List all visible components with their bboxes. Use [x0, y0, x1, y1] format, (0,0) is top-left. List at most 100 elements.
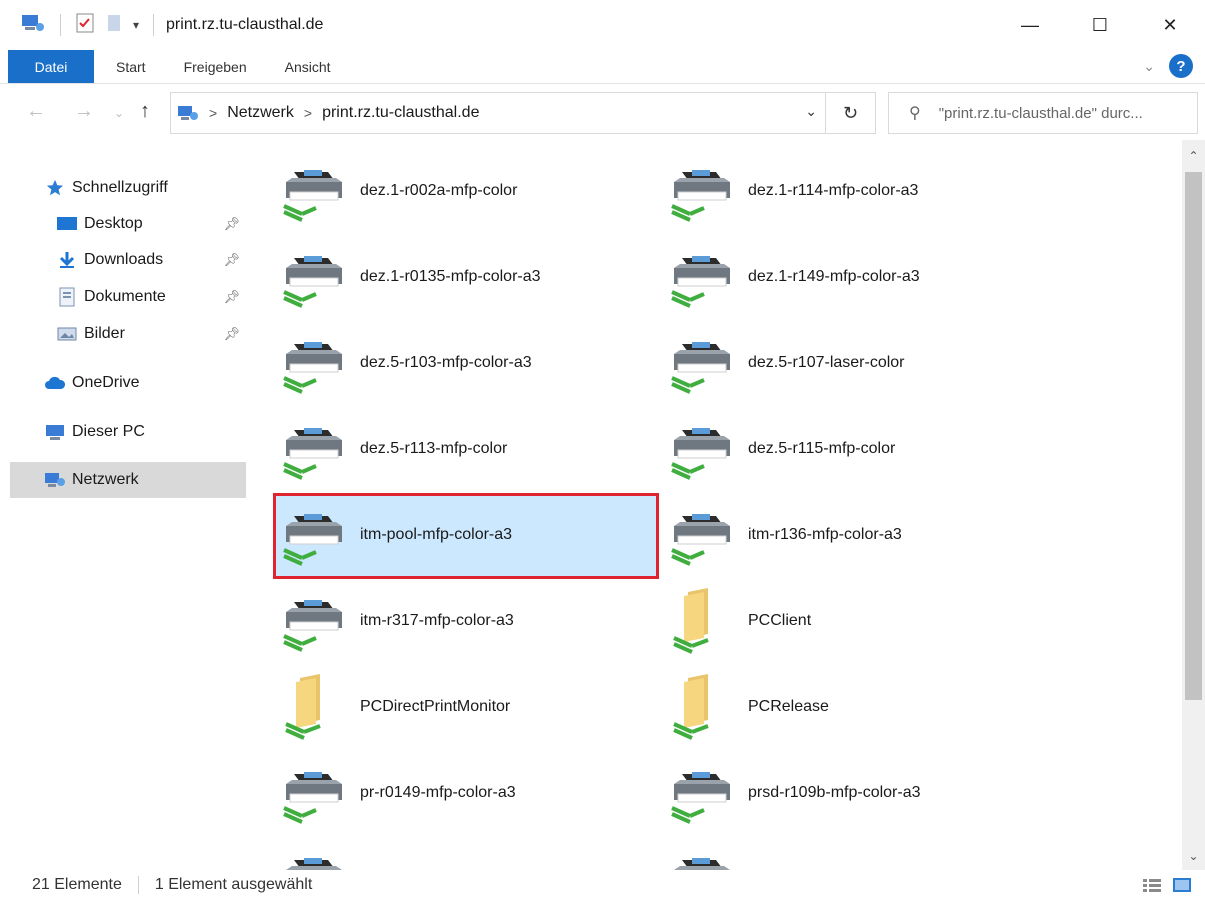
item-label: PCRelease: [748, 698, 829, 715]
tab-datei[interactable]: Datei: [8, 50, 94, 83]
window-title: print.rz.tu-clausthal.de: [166, 16, 324, 33]
item-label: dez.5-r115-mfp-color: [748, 440, 896, 457]
ribbon-right: ⌄ ?: [1143, 54, 1193, 78]
pin-icon[interactable]: 📌︎: [223, 326, 240, 342]
printer-item[interactable]: prsd-r109b-mfp-color-a3: [664, 754, 1044, 834]
printer-item[interactable]: prsd-r157-mfp-color-a3: [664, 840, 1044, 870]
breadcrumb-server[interactable]: print.rz.tu-clausthal.de: [322, 104, 479, 122]
scroll-up-icon[interactable]: ⌃: [1182, 146, 1205, 166]
minimize-button[interactable]: —: [995, 0, 1065, 50]
scrollbar-thumb[interactable]: [1185, 172, 1202, 700]
vertical-scrollbar[interactable]: ⌃ ⌄: [1182, 140, 1205, 870]
shared-printer-icon: [664, 238, 744, 318]
network-icon: [44, 471, 66, 489]
sidebar-item-schnellzugriff[interactable]: Schnellzugriff: [44, 170, 246, 206]
file-list: dez.1-r002a-mfp-color dez.1-r114-mfp-colo…: [258, 140, 1180, 870]
shared-printer-icon: [276, 754, 356, 834]
printer-item[interactable]: pr-r0149-mfp-color-a3: [276, 754, 656, 834]
shared-folder-icon: [664, 668, 744, 748]
help-icon[interactable]: ?: [1169, 54, 1193, 78]
shared-printer-icon: [664, 840, 744, 870]
printer-item[interactable]: dez.1-r002a-mfp-color: [276, 152, 656, 232]
printer-item[interactable]: prsd-r110-mfp-color-a3: [276, 840, 656, 870]
printer-item[interactable]: itm-pool-mfp-color-a3: [273, 493, 659, 579]
sidebar-item-downloads[interactable]: Downloads 📌︎: [56, 242, 246, 278]
folder-item[interactable]: PCClient: [664, 582, 1044, 662]
up-arrow-icon[interactable]: ↑: [140, 100, 150, 123]
tab-start[interactable]: Start: [100, 50, 162, 83]
shared-printer-icon: [664, 754, 744, 834]
tab-ansicht[interactable]: Ansicht: [269, 50, 347, 83]
network-icon[interactable]: [20, 12, 46, 39]
folder-item[interactable]: PCRelease: [664, 668, 1044, 748]
ribbon-tabs: Datei Start Freigeben Ansicht ⌄ ?: [0, 50, 1205, 84]
sidebar-item-label: OneDrive: [72, 374, 140, 391]
cloud-icon: [44, 374, 66, 392]
breadcrumb-chevron-icon: >: [209, 105, 218, 121]
shared-printer-icon: [276, 840, 356, 870]
item-label: PCDirectPrintMonitor: [360, 698, 511, 715]
sidebar-item-label: Schnellzugriff: [72, 179, 168, 196]
pin-icon[interactable]: 📌︎: [223, 252, 240, 268]
customize-qat-icon[interactable]: ▾: [133, 18, 139, 32]
desktop-icon: [56, 215, 78, 233]
sidebar-item-dokumente[interactable]: Dokumente 📌︎: [56, 279, 246, 315]
recent-locations-icon[interactable]: ⌄: [114, 106, 124, 120]
sidebar-item-netzwerk[interactable]: Netzwerk: [10, 462, 246, 498]
printer-item[interactable]: dez.5-r103-mfp-color-a3: [276, 324, 656, 404]
printer-item[interactable]: dez.1-r149-mfp-color-a3: [664, 238, 1044, 318]
sidebar-item-dieser-pc[interactable]: Dieser PC: [44, 414, 246, 450]
shared-printer-icon: [276, 152, 356, 232]
item-label: itm-r136-mfp-color-a3: [748, 526, 902, 543]
breadcrumb-chevron-icon: >: [303, 105, 313, 121]
properties-icon[interactable]: [75, 12, 95, 39]
forward-arrow-icon[interactable]: →: [74, 100, 94, 123]
item-label: dez.1-r149-mfp-color-a3: [748, 268, 920, 285]
address-dropdown-icon[interactable]: ⌄: [805, 103, 817, 120]
view-switcher: [1141, 876, 1193, 894]
scroll-down-icon[interactable]: ⌄: [1182, 846, 1205, 866]
printer-item[interactable]: itm-r317-mfp-color-a3: [276, 582, 656, 662]
shared-printer-icon: [276, 410, 356, 490]
printer-item[interactable]: dez.5-r113-mfp-color: [276, 410, 656, 490]
details-view-icon[interactable]: [1141, 876, 1163, 894]
pin-icon[interactable]: 📌︎: [223, 289, 240, 305]
quick-access-toolbar: ▾: [20, 12, 158, 39]
shared-folder-icon: [276, 668, 356, 748]
shared-folder-icon: [664, 582, 744, 662]
expand-ribbon-icon[interactable]: ⌄: [1143, 58, 1155, 75]
printer-item[interactable]: dez.5-r115-mfp-color: [664, 410, 1044, 490]
item-label: dez.5-r113-mfp-color: [360, 440, 508, 457]
refresh-button[interactable]: ↻: [825, 93, 875, 133]
item-count: 21 Elemente: [32, 876, 122, 893]
sidebar-item-bilder[interactable]: Bilder 📌︎: [56, 316, 246, 352]
close-button[interactable]: ✕: [1135, 0, 1205, 50]
breadcrumb-netzwerk[interactable]: Netzwerk: [227, 104, 294, 122]
large-icons-view-icon[interactable]: [1171, 876, 1193, 894]
address-bar[interactable]: > Netzwerk > print.rz.tu-clausthal.de ⌄ …: [170, 92, 876, 134]
pin-icon[interactable]: 📌︎: [223, 216, 240, 232]
status-bar: 21 Elemente 1 Element ausgewählt: [0, 870, 1205, 900]
computer-icon: [44, 423, 66, 441]
shared-printer-icon: [664, 496, 744, 576]
sidebar-item-desktop[interactable]: Desktop 📌︎: [56, 206, 246, 242]
item-label: itm-pool-mfp-color-a3: [360, 526, 513, 543]
tab-freigeben[interactable]: Freigeben: [168, 50, 263, 83]
back-arrow-icon[interactable]: ←: [26, 100, 46, 123]
printer-item[interactable]: dez.1-r0135-mfp-color-a3: [276, 238, 656, 318]
folder-item[interactable]: PCDirectPrintMonitor: [276, 668, 656, 748]
new-folder-icon[interactable]: [105, 12, 123, 39]
sidebar-item-label: Netzwerk: [72, 471, 139, 488]
printer-item[interactable]: dez.1-r114-mfp-color-a3: [664, 152, 1044, 232]
selection-count: 1 Element ausgewählt: [154, 876, 313, 893]
maximize-button[interactable]: ☐: [1065, 0, 1135, 50]
printer-item[interactable]: dez.5-r107-laser-color: [664, 324, 1044, 404]
sidebar-item-label: Bilder: [84, 325, 125, 342]
search-box[interactable]: ⚲ "print.rz.tu-clausthal.de" durc...: [888, 92, 1198, 134]
printer-item[interactable]: itm-r136-mfp-color-a3: [664, 496, 1044, 576]
sidebar-item-label: Dieser PC: [72, 423, 145, 440]
item-label: prsd-r109b-mfp-color-a3: [748, 784, 921, 801]
download-arrow-icon: [56, 251, 78, 269]
shared-printer-icon: [664, 410, 744, 490]
sidebar-item-onedrive[interactable]: OneDrive: [44, 365, 246, 401]
